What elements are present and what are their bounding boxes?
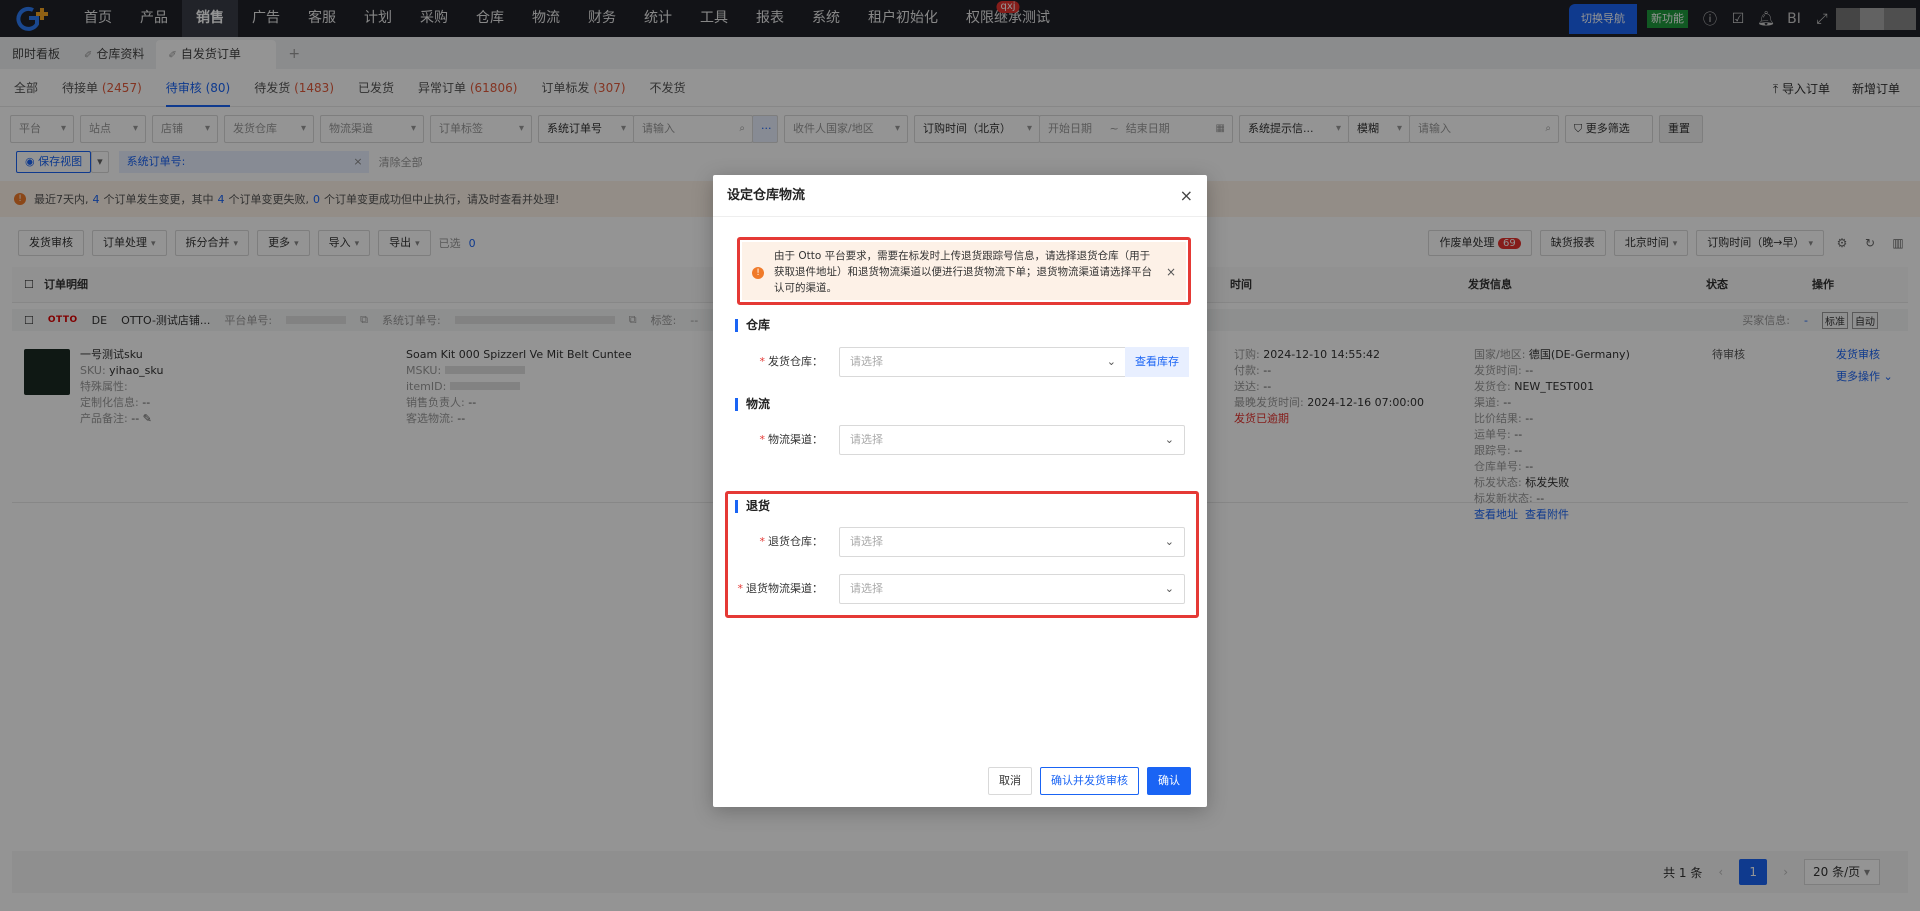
dialog-footer: 取消 确认并发货审核 确认: [988, 767, 1191, 795]
section-logistics: 物流: [735, 398, 770, 411]
otto-requirement-alert: ! 由于 Otto 平台要求，需要在标发时上传退货跟踪号信息，请选择退货仓库（用…: [742, 242, 1186, 300]
ship-warehouse-row: * 发货仓库： 请选择 ⌄ 查看库存: [713, 347, 1207, 377]
return-channel-select[interactable]: 请选择 ⌄: [839, 574, 1185, 604]
alert-text: 由于 Otto 平台要求，需要在标发时上传退货跟踪号信息，请选择退货仓库（用于获…: [774, 250, 1152, 294]
return-warehouse-label: * 退货仓库：: [760, 527, 824, 557]
view-stock-button[interactable]: 查看库存: [1125, 347, 1189, 377]
otto-requirement-highlight: ! 由于 Otto 平台要求，需要在标发时上传退货跟踪号信息，请选择退货仓库（用…: [737, 237, 1191, 305]
return-warehouse-label-text: 退货仓库：: [768, 535, 823, 548]
alert-close-icon[interactable]: ×: [1166, 264, 1176, 280]
warehouse-logistics-dialog: 设定仓库物流 × ! 由于 Otto 平台要求，需要在标发时上传退货跟踪号信息，…: [713, 175, 1207, 807]
required-mark: *: [759, 433, 766, 446]
section-warehouse: 仓库: [735, 319, 770, 332]
confirm-and-review-button[interactable]: 确认并发货审核: [1040, 767, 1139, 795]
ship-warehouse-select[interactable]: 请选择 ⌄: [839, 347, 1127, 377]
chevron-down-icon: ⌄: [1164, 433, 1174, 446]
dialog-title: 设定仓库物流: [727, 188, 806, 203]
confirm-button[interactable]: 确认: [1147, 767, 1191, 795]
chevron-down-icon: ⌄: [1164, 535, 1174, 548]
section-return: 退货: [735, 500, 770, 513]
return-warehouse-row: * 退货仓库： 请选择 ⌄: [713, 527, 1207, 557]
close-icon[interactable]: ×: [1180, 175, 1193, 217]
ship-warehouse-label-text: 发货仓库：: [768, 355, 823, 368]
cancel-button[interactable]: 取消: [988, 767, 1032, 795]
chevron-down-icon: ⌄: [1164, 582, 1174, 595]
warning-icon: !: [752, 267, 764, 279]
chevron-down-icon: ⌄: [1106, 355, 1116, 368]
logistics-channel-label: * 物流渠道：: [760, 425, 824, 455]
logistics-channel-select[interactable]: 请选择 ⌄: [839, 425, 1185, 455]
logistics-channel-row: * 物流渠道： 请选择 ⌄: [713, 425, 1207, 455]
return-channel-label: * 退货物流渠道：: [738, 574, 824, 604]
return-warehouse-placeholder: 请选择: [850, 535, 883, 548]
dialog-header: 设定仓库物流 ×: [713, 175, 1207, 217]
logistics-channel-label-text: 物流渠道：: [768, 433, 823, 446]
logistics-channel-placeholder: 请选择: [850, 433, 883, 446]
ship-warehouse-placeholder: 请选择: [850, 355, 883, 368]
required-mark: *: [759, 535, 766, 548]
ship-warehouse-label: * 发货仓库：: [760, 347, 824, 377]
return-channel-placeholder: 请选择: [850, 582, 883, 595]
required-mark: *: [737, 582, 744, 595]
required-mark: *: [759, 355, 766, 368]
return-warehouse-select[interactable]: 请选择 ⌄: [839, 527, 1185, 557]
return-channel-label-text: 退货物流渠道：: [746, 582, 823, 595]
return-channel-row: * 退货物流渠道： 请选择 ⌄: [713, 574, 1207, 604]
